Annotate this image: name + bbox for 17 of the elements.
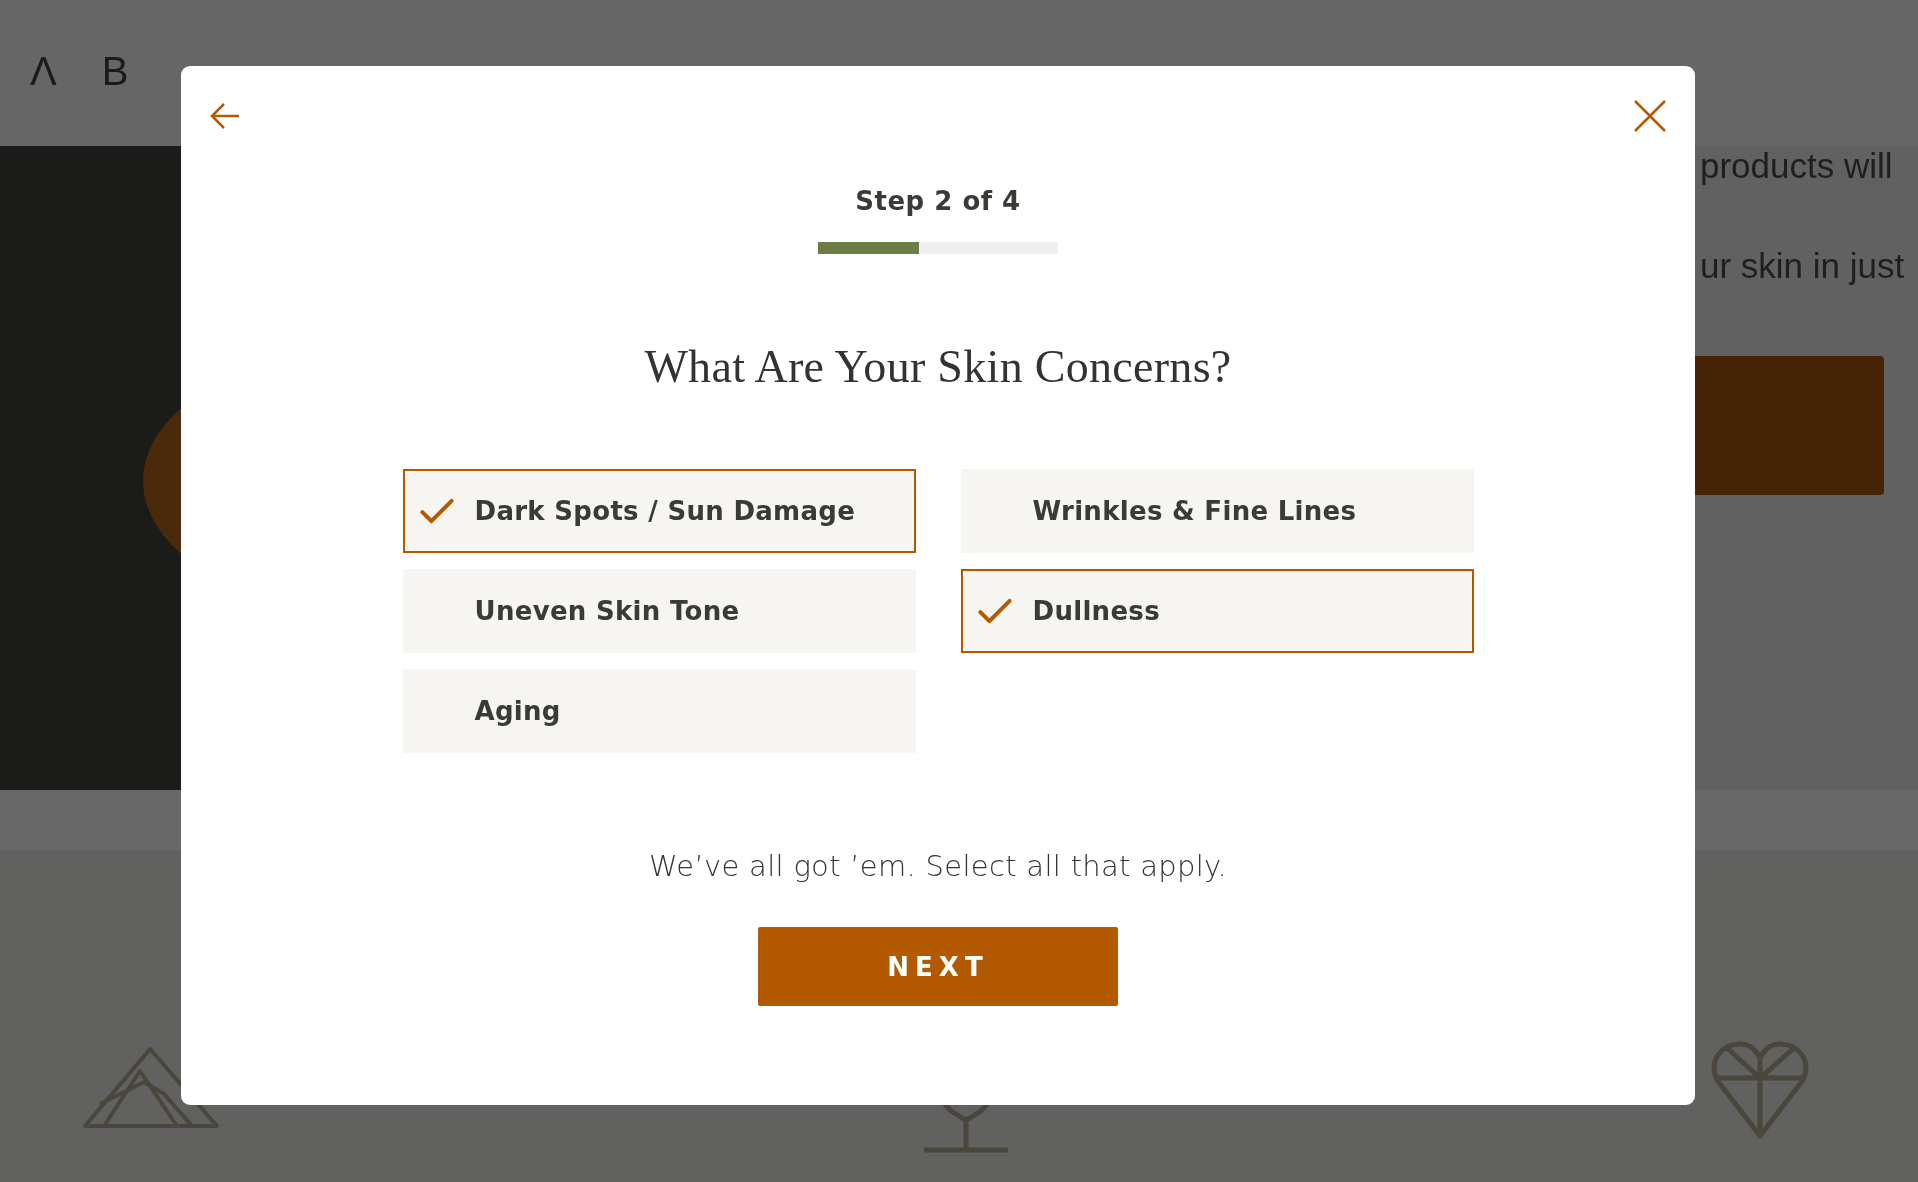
hero-text: products will	[1700, 146, 1894, 187]
hero-text: ur skin in just	[1700, 246, 1906, 287]
concern-option[interactable]: Dark Spots / Sun Damage	[402, 469, 916, 553]
checkmark-icon	[418, 497, 455, 525]
close-icon[interactable]	[1633, 99, 1667, 133]
back-arrow-icon[interactable]	[209, 102, 241, 130]
concern-option[interactable]: Uneven Skin Tone	[402, 569, 916, 653]
hint-text: We’ve all got ’em. Select all that apply.	[649, 849, 1227, 883]
concern-option[interactable]: Wrinkles & Fine Lines	[960, 469, 1474, 553]
checkmark-icon	[976, 597, 1013, 625]
concern-option[interactable]: Aging	[402, 669, 916, 753]
concern-option[interactable]: Dullness	[960, 569, 1474, 653]
mountain-icon	[82, 1046, 222, 1130]
heart-icon	[1710, 1040, 1810, 1140]
step-label: Step 2 of 4	[855, 186, 1021, 216]
question-title: What Are Your Skin Concerns?	[644, 340, 1232, 393]
next-button[interactable]: NEXT	[758, 927, 1118, 1006]
